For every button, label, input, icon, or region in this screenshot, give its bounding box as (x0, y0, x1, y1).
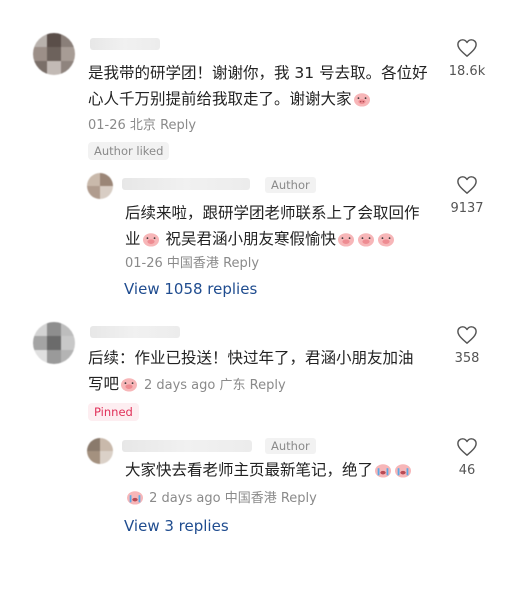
like-count: 9137 (450, 201, 484, 216)
avatar[interactable] (87, 438, 113, 464)
avatar[interactable] (87, 173, 113, 199)
reply-text-line: 业 (125, 230, 141, 248)
comment-text-line: 心人千万别提前给我取走了。谢谢大家 (88, 90, 352, 108)
heart-outline-icon[interactable] (456, 38, 478, 58)
pig-face-emoji-icon (121, 378, 138, 392)
like-column: 46 (437, 437, 497, 478)
reply-date: 01-26 (125, 256, 163, 271)
reply-meta: 01-26 中国香港 Reply (125, 252, 259, 271)
reply-button[interactable]: Reply (160, 118, 196, 133)
username-blurred[interactable] (122, 440, 252, 452)
pig-face-emoji-icon (353, 93, 370, 107)
pinned-badge: Pinned (88, 403, 139, 421)
heart-outline-icon[interactable] (456, 437, 478, 457)
comment-text-line: 写吧 (88, 375, 120, 393)
pig-face-emoji-icon (142, 233, 159, 247)
comment-meta: 2 days ago 广东 Reply (144, 378, 286, 393)
comment-date: 2 days ago (143, 378, 216, 393)
author-liked-badge: Author liked (88, 142, 170, 160)
heart-outline-icon[interactable] (456, 325, 478, 345)
avatar[interactable] (33, 33, 75, 75)
view-replies-link[interactable]: View 3 replies (124, 517, 229, 535)
view-replies-link[interactable]: View 1058 replies (124, 280, 257, 298)
author-tag: Author (265, 438, 316, 454)
avatar[interactable] (33, 322, 75, 364)
crying-face-emoji-icon (127, 491, 143, 505)
comment-date: 01-26 (88, 118, 126, 133)
username-blurred[interactable] (122, 178, 250, 190)
username-blurred[interactable] (90, 326, 180, 338)
reply-text-line: 后续来啦，跟研学团老师联系上了会取回作 (125, 204, 420, 222)
like-column: 9137 (437, 175, 497, 216)
reply-text: 后续来啦，跟研学团老师联系上了会取回作 业 祝吴君涵小朋友寒假愉快 (125, 200, 445, 252)
like-count: 358 (454, 351, 480, 366)
reply-text-line: 祝吴君涵小朋友寒假愉快 (165, 230, 336, 248)
reply-location: 中国香港 (166, 256, 219, 271)
reply-text: 大家快去看老师主页最新笔记，绝了 (125, 457, 445, 483)
reply-meta: 2 days ago 中国香港 Reply (125, 487, 317, 506)
comment-text-line: 是我带的研学团！谢谢你，我 31 号去取。各位好 (88, 64, 428, 82)
like-count: 18.6k (448, 64, 486, 79)
like-column: 358 (437, 325, 497, 366)
comment-location: 广东 (219, 378, 246, 393)
comment-text: 是我带的研学团！谢谢你，我 31 号去取。各位好 心人千万别提前给我取走了。谢谢… (88, 60, 438, 112)
pig-face-emoji-icon (377, 233, 394, 247)
reply-location: 中国香港 (224, 491, 277, 506)
reply-button[interactable]: Reply (250, 378, 286, 393)
like-count: 46 (458, 463, 476, 478)
reply-button[interactable]: Reply (281, 491, 317, 506)
username-blurred[interactable] (90, 38, 160, 50)
comment-meta: 01-26 北京 Reply (88, 114, 196, 133)
like-column: 18.6k (437, 38, 497, 79)
comment-text: 后续：作业已投送！快过年了，君涵小朋友加油 写吧 2 days ago 广东 R… (88, 345, 438, 399)
crying-face-emoji-icon (375, 464, 392, 478)
pig-face-emoji-icon (357, 233, 374, 247)
comment-location: 北京 (129, 118, 156, 133)
reply-text-line: 大家快去看老师主页最新笔记，绝了 (125, 461, 374, 479)
comment-text-line: 后续：作业已投送！快过年了，君涵小朋友加油 (88, 349, 414, 367)
reply-date: 2 days ago (149, 491, 221, 506)
crying-face-emoji-icon (395, 464, 412, 478)
heart-outline-icon[interactable] (456, 175, 478, 195)
author-tag: Author (265, 177, 316, 193)
pig-face-emoji-icon (337, 233, 354, 247)
reply-button[interactable]: Reply (223, 256, 259, 271)
